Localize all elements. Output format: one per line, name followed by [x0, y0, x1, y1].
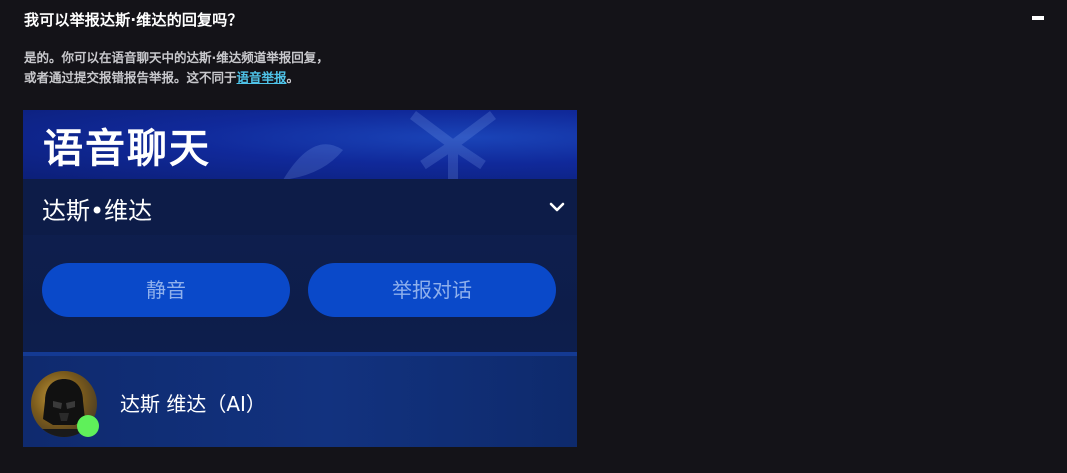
- member-row[interactable]: 达斯 维达（AI）: [23, 356, 577, 447]
- mute-button[interactable]: 静音: [42, 263, 290, 317]
- channel-name: 达斯•维达: [42, 197, 153, 225]
- answer-line-2: 或者通过提交报错报告举报。这不同于语音举报。: [24, 68, 329, 88]
- collapse-button[interactable]: [1032, 12, 1046, 24]
- chevron-down-icon: [549, 202, 565, 212]
- snowflake-decoration-icon: [410, 111, 496, 179]
- faq-question[interactable]: 我可以举报达斯·维达的回复吗？: [24, 9, 243, 30]
- report-conversation-button[interactable]: 举报对话: [308, 263, 556, 317]
- member-name: 达斯 维达（AI）: [120, 392, 266, 416]
- faq-item: 我可以举报达斯·维达的回复吗？ 是的。你可以在语音聊天中的达斯·维达频道举报回复…: [0, 0, 1067, 473]
- voice-chat-header: 语音聊天: [23, 110, 577, 179]
- answer-line-1: 是的。你可以在语音聊天中的达斯·维达频道举报回复，: [24, 50, 329, 65]
- answer-line-2-prefix: 或者通过提交报错报告举报。这不同于: [24, 70, 237, 85]
- online-status-indicator: [77, 415, 99, 437]
- answer-line-2-suffix: 。: [286, 70, 300, 85]
- leaf-decoration-icon: [283, 144, 343, 179]
- channel-selector[interactable]: 达斯•维达: [23, 179, 577, 235]
- voice-chat-title: 语音聊天: [43, 126, 211, 172]
- voice-chat-screenshot: 语音聊天 达斯•维达 静音 举报对话 达斯 维达（AI）: [23, 110, 577, 447]
- minus-icon: [1032, 16, 1044, 20]
- voice-report-link[interactable]: 语音举报: [237, 70, 287, 85]
- faq-answer: 是的。你可以在语音聊天中的达斯·维达频道举报回复， 或者通过提交报错报告举报。这…: [24, 48, 329, 88]
